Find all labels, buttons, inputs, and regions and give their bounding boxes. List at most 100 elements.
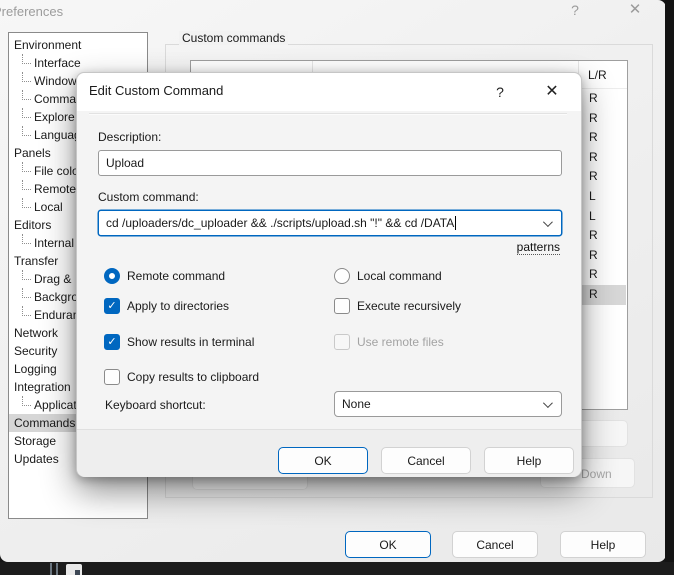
lr-value: R [580,226,626,246]
tree-item-label: Editors [14,218,51,232]
screen: Preferences ? ✕ Environment Interface Wi… [0,0,674,575]
lr-value: R [580,89,626,109]
dialog-help-button[interactable]: ? [489,82,511,102]
dialog-cancel-button[interactable]: Cancel [381,447,471,474]
use-remote-files-checkbox: Use remote files [334,334,444,350]
description-label: Description: [98,130,161,144]
taskbar-app-icon[interactable] [66,564,82,575]
show-results-terminal-label: Show results in terminal [127,335,254,349]
lr-value: R [580,128,626,148]
lr-value: R [580,148,626,168]
dialog-title: Edit Custom Command [89,83,223,98]
dialog-close-button[interactable]: ✕ [541,82,563,102]
tree-item-label: Network [14,326,58,340]
titlebar-separator [89,113,567,115]
local-command-radio[interactable]: Local command [334,268,442,284]
tree-item-label: Panels [14,146,51,160]
tree-elbow-icon [22,54,31,64]
execute-recursively-label: Execute recursively [357,299,461,313]
preferences-cancel-button[interactable]: Cancel [452,531,538,558]
tree-item-label: Security [14,344,57,358]
lr-value: R [580,246,626,266]
tree-elbow-icon [22,126,31,136]
desktop-right-strip [665,0,674,575]
patterns-link[interactable]: patterns [517,240,560,255]
lr-value: R [580,109,626,129]
preferences-ok-button[interactable]: OK [345,531,431,558]
preferences-help-button[interactable]: Help [560,531,646,558]
checkbox-checked-icon[interactable]: ✓ [104,298,120,314]
taskbar-strip [0,562,674,575]
lr-value: L [580,187,626,207]
window-title: Preferences [0,4,63,19]
keyboard-shortcut-label: Keyboard shortcut: [105,398,206,412]
tree-item-label: Storage [14,434,56,448]
checkbox-checked-icon[interactable]: ✓ [104,334,120,350]
tree-elbow-icon [22,306,31,316]
remote-command-label: Remote command [127,269,225,283]
tree-item[interactable]: Interface [9,54,147,72]
lr-value: R [580,265,626,285]
group-label: Custom commands [179,31,288,45]
lr-column-header[interactable]: L/R [588,68,607,82]
tree-item-label: Applicat [34,398,77,412]
window-close-button[interactable]: ✕ [624,0,646,20]
local-command-label: Local command [357,269,442,283]
apply-to-directories-checkbox[interactable]: ✓ Apply to directories [104,298,229,314]
tree-elbow-icon [22,288,31,298]
tree-item-label: Environment [14,38,81,52]
tree-item-label: Explore [34,110,75,124]
tree-item-label: Local [34,200,63,214]
keyboard-shortcut-dropdown[interactable]: None [334,391,562,417]
tree-item-label: Remote [34,182,76,196]
tree-elbow-icon [22,396,31,406]
taskbar-divider [56,563,58,575]
radio-selected-icon[interactable] [104,268,120,284]
text-caret [455,216,456,230]
chevron-down-icon[interactable] [543,217,553,227]
tree-item-label: Internal [34,236,74,250]
chevron-down-icon[interactable] [543,398,553,408]
tree-elbow-icon [22,198,31,208]
dialog-footer: OK Cancel Help [77,429,581,477]
lr-value: R [580,167,626,187]
down-button-label: Down [581,467,612,481]
show-results-terminal-checkbox[interactable]: ✓ Show results in terminal [104,334,254,350]
tree-item-label: Updates [14,452,59,466]
tree-item-label: Enduran [34,308,79,322]
edit-custom-command-dialog: Edit Custom Command ? ✕ Description: Upl… [76,72,582,477]
use-remote-files-label: Use remote files [357,335,444,349]
window-help-button[interactable]: ? [564,0,586,20]
tree-elbow-icon [22,270,31,280]
custom-command-label: Custom command: [98,190,199,204]
copy-results-clipboard-label: Copy results to clipboard [127,370,259,384]
tree-item-label: Logging [14,362,57,376]
tree-elbow-icon [22,180,31,190]
apply-to-directories-label: Apply to directories [127,299,229,313]
description-input[interactable]: Upload [98,150,562,176]
tree-elbow-icon [22,162,31,172]
checkbox-disabled-icon [334,334,350,350]
tree-item-label: Integration [14,380,71,394]
tree-item-label: Comma [34,92,76,106]
checkbox-unchecked-icon[interactable] [104,369,120,385]
tree-item-label: Window [34,74,77,88]
tree-item-label: Backgro [34,290,78,304]
tree-item-label: Transfer [14,254,58,268]
radio-unselected-icon[interactable] [334,268,350,284]
custom-command-value: cd /uploaders/dc_uploader && ./scripts/u… [106,216,454,230]
tree-elbow-icon [22,234,31,244]
tree-item-label: Drag & [34,272,71,286]
tree-item-label: Commands [14,416,75,430]
execute-recursively-checkbox[interactable]: Execute recursively [334,298,461,314]
tree-item-label: Languag [34,128,81,142]
checkbox-unchecked-icon[interactable] [334,298,350,314]
description-value: Upload [106,156,144,170]
tree-item[interactable]: Environment [9,36,147,54]
copy-results-clipboard-checkbox[interactable]: Copy results to clipboard [104,369,259,385]
tree-item-label: File colo [34,164,79,178]
dialog-ok-button[interactable]: OK [278,447,368,474]
remote-command-radio[interactable]: Remote command [104,268,225,284]
custom-command-combobox[interactable]: cd /uploaders/dc_uploader && ./scripts/u… [98,210,562,236]
dialog-help-button[interactable]: Help [484,447,574,474]
